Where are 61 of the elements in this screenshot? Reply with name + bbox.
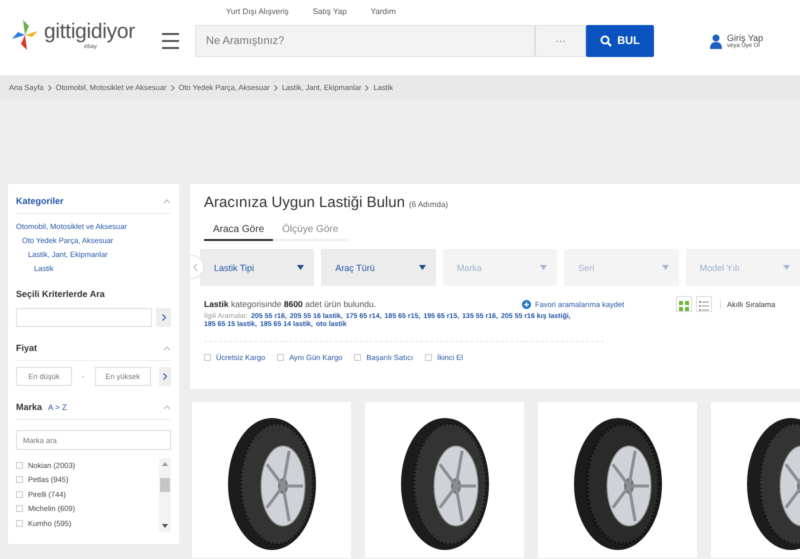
chevron-right-icon	[170, 84, 174, 90]
checkbox[interactable]	[425, 354, 432, 361]
dropdown[interactable]: Lastik Tipi	[200, 249, 314, 286]
checkbox[interactable]	[204, 354, 211, 361]
chevron-up-icon[interactable]	[163, 346, 171, 350]
chevron-left-icon	[193, 262, 198, 272]
chevron-right-icon	[162, 314, 166, 321]
sort-link[interactable]: A > Z	[48, 403, 67, 412]
chevron-up-icon[interactable]	[163, 198, 171, 204]
caret-icon	[297, 265, 304, 270]
user-icon	[710, 34, 722, 48]
result-summary: Lastik kategorisinde 8600 adet ürün bulundu.	[204, 299, 378, 309]
plus-circle-icon	[522, 300, 531, 308]
checkbox[interactable]	[277, 354, 284, 361]
dropdown[interactable]: Araç Türü	[321, 249, 436, 286]
criteria-search-field[interactable]	[16, 308, 152, 327]
checkbox[interactable]	[16, 505, 23, 512]
go-button[interactable]	[156, 308, 171, 327]
caret-icon	[783, 265, 790, 270]
steps-note: (6 Adımda)	[408, 200, 448, 209]
chevron-up-icon[interactable]	[163, 404, 171, 410]
scroll-down-icon[interactable]	[162, 524, 168, 528]
search-icon	[600, 35, 612, 47]
login-text: Giriş Yap	[727, 33, 764, 43]
chevron-right-icon	[162, 373, 167, 380]
checkbox[interactable]	[16, 462, 23, 469]
section-title: Marka A > Z	[16, 402, 67, 412]
product-card[interactable]	[192, 402, 351, 558]
caret-icon	[662, 265, 669, 270]
checkbox[interactable]	[354, 354, 362, 361]
caret-icon	[418, 265, 426, 270]
tab[interactable]: Ölçüye Göre	[273, 220, 348, 241]
logo-wordmark[interactable]: gittigidiyor	[44, 20, 135, 43]
tab[interactable]: Araca Göre	[204, 220, 274, 241]
section-title: Seçili Kriterlerde Ara	[16, 289, 105, 299]
list-view-button[interactable]	[696, 296, 712, 312]
chevron-right-icon	[274, 84, 278, 90]
product-card[interactable]	[365, 402, 524, 558]
search-field[interactable]: Ne Aramıştınız?	[195, 25, 535, 57]
finder-title: Aracınıza Uygun Lastiği Bulun	[204, 194, 405, 211]
section-title: Kategoriler	[16, 196, 64, 206]
range-dash: -	[82, 372, 85, 381]
caret-icon	[540, 265, 548, 270]
checkbox[interactable]	[16, 476, 23, 484]
top-link[interactable]: Yurt Dışı Alışveriş	[226, 7, 289, 25]
pinwheel-logo-icon[interactable]	[10, 18, 40, 52]
search-button[interactable]: BUL	[586, 25, 654, 57]
product-card[interactable]	[538, 402, 697, 558]
checkbox[interactable]	[16, 520, 23, 527]
top-link[interactable]: Satış Yap	[312, 7, 347, 25]
more-button[interactable]: ···	[535, 25, 586, 57]
go-button[interactable]	[158, 367, 171, 386]
checkbox[interactable]	[16, 490, 23, 498]
scroll-up-icon[interactable]	[162, 462, 168, 466]
chevron-right-icon	[365, 84, 370, 90]
chevron-right-icon	[48, 84, 52, 90]
scroll-thumb[interactable]	[160, 478, 170, 492]
top-link[interactable]: Yardım	[370, 7, 396, 25]
section-title: Fiyat	[16, 343, 38, 353]
grid-view-button[interactable]	[676, 296, 692, 312]
scrollbar[interactable]	[159, 458, 171, 532]
